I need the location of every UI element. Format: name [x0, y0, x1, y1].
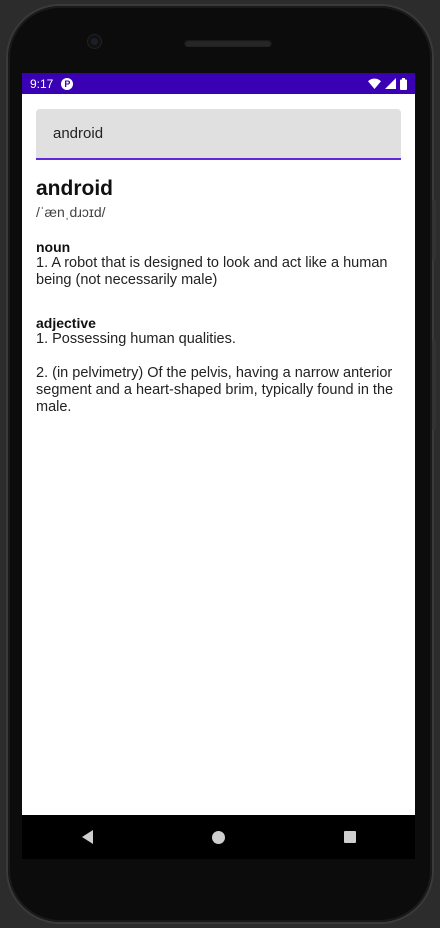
definition-text: 2. (in pelvimetry) Of the pelvis, having… — [36, 365, 394, 415]
navigation-bar — [22, 815, 415, 859]
part-of-speech: noun — [36, 239, 71, 255]
cell-signal-icon — [385, 78, 396, 89]
front-camera — [88, 35, 101, 48]
back-button[interactable] — [68, 817, 108, 857]
entry-word: android — [36, 177, 113, 200]
app-screen: 9:17 P android /ˈænˌdɹɔɪd/ noun 1. A rob… — [22, 73, 415, 815]
definition-content: android /ˈænˌdɹɔɪd/ noun 1. A robot that… — [22, 177, 415, 416]
status-bar: 9:17 P — [22, 73, 415, 94]
entry-phonetic: /ˈænˌdɹɔɪd/ — [36, 204, 106, 220]
definition-text: 1. Possessing human qualities. — [36, 331, 236, 347]
definition-text: 1. A robot that is designed to look and … — [36, 255, 388, 288]
status-time: 9:17 — [30, 76, 54, 91]
power-button — [432, 200, 436, 260]
earpiece-speaker — [184, 39, 272, 47]
volume-button — [432, 340, 436, 430]
home-button[interactable] — [199, 817, 239, 857]
battery-icon — [400, 77, 407, 90]
meaning-adjective: adjective 1. Possessing human qualities.… — [36, 315, 401, 416]
home-icon — [212, 830, 225, 844]
meaning-noun: noun 1. A robot that is designed to look… — [36, 239, 401, 289]
notification-icon: P — [61, 77, 74, 90]
search-field[interactable] — [36, 109, 401, 160]
recents-button[interactable] — [330, 817, 370, 857]
wifi-icon — [368, 78, 381, 89]
search-input[interactable] — [51, 124, 386, 143]
recents-icon — [343, 831, 356, 843]
part-of-speech: adjective — [36, 315, 96, 331]
back-icon — [82, 830, 93, 844]
